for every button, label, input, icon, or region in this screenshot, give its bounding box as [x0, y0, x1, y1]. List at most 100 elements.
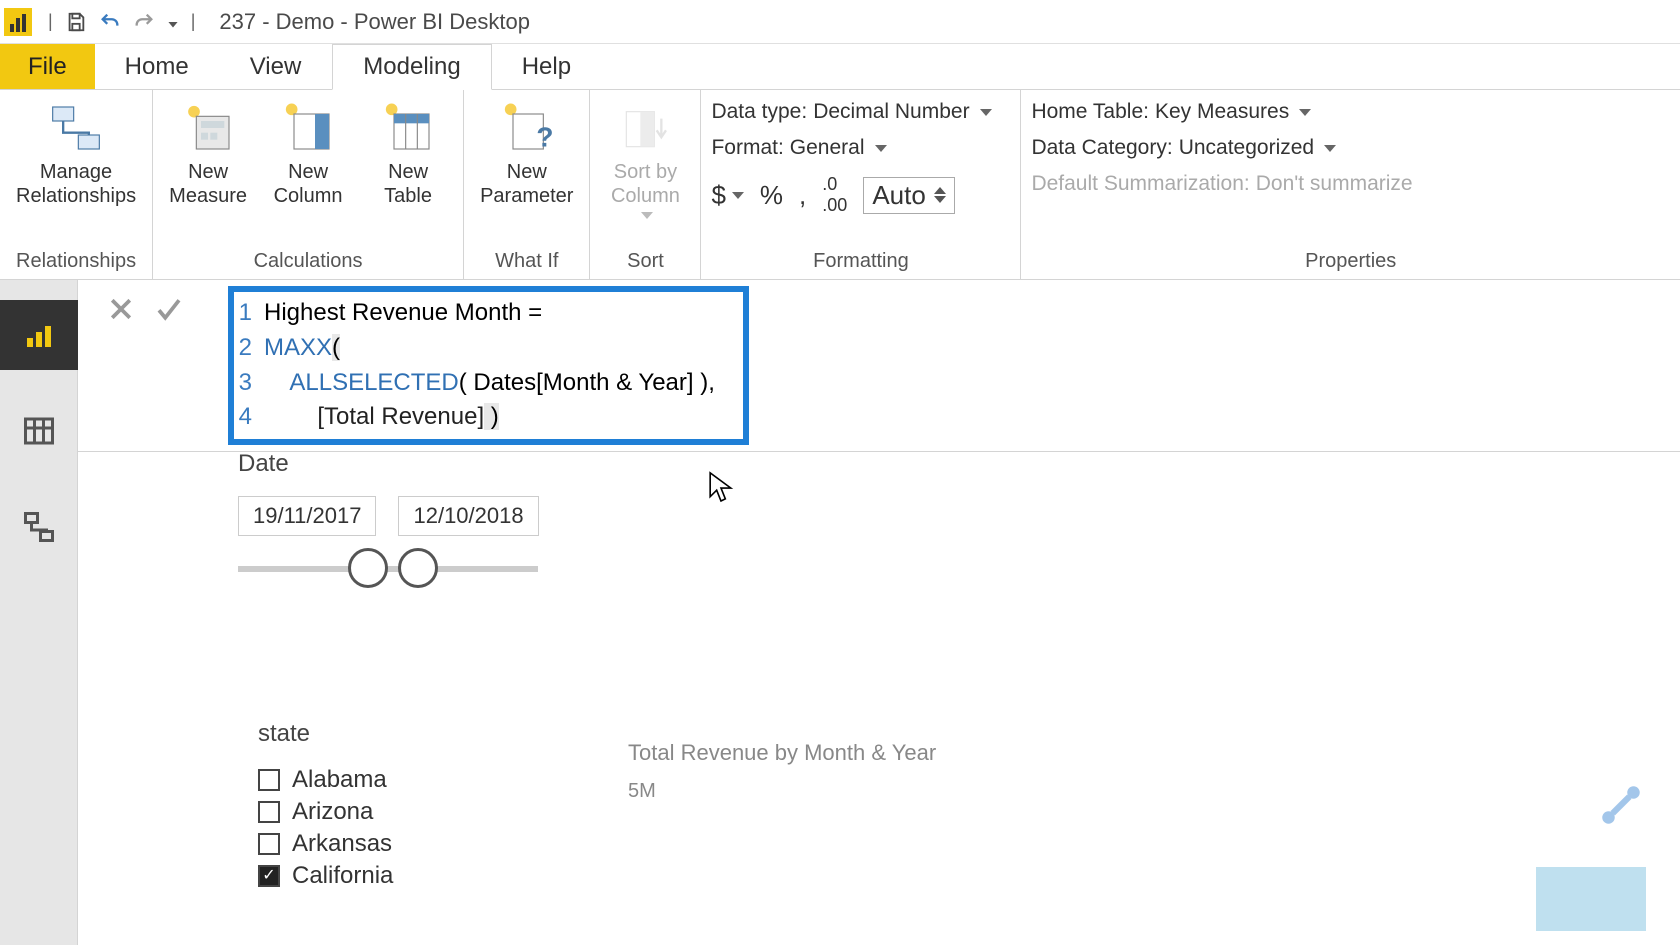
state-item[interactable]: Arizona: [258, 798, 393, 826]
code-ref: [Total Revenue]: [317, 403, 484, 430]
decimal-places-input[interactable]: Auto: [863, 177, 955, 214]
formula-cancel-button[interactable]: [106, 294, 136, 329]
undo-icon[interactable]: [93, 5, 127, 39]
state-item[interactable]: California: [258, 862, 393, 890]
code-indent: [264, 403, 317, 430]
data-category-label: Data Category:: [1031, 136, 1172, 160]
date-slicer-title: Date: [238, 450, 539, 478]
format-value: General: [790, 136, 865, 160]
line-number: 4: [234, 400, 264, 435]
slider-handle-end[interactable]: [398, 548, 438, 588]
group-label-calculations: Calculations: [163, 246, 453, 277]
state-slicer-title: state: [258, 720, 393, 748]
date-end-input[interactable]: 12/10/2018: [398, 496, 538, 536]
currency-button[interactable]: $: [711, 180, 743, 211]
new-parameter-button[interactable]: ? New Parameter: [474, 96, 579, 212]
menu-help[interactable]: Help: [492, 44, 602, 89]
ribbon-group-sort: Sort by Column Sort: [590, 90, 701, 279]
view-nav-rail: [0, 280, 78, 945]
state-slicer[interactable]: state Alabama Arizona Arkansas California: [258, 720, 393, 894]
date-range-slider[interactable]: [238, 566, 538, 572]
line-number: 2: [234, 331, 264, 366]
home-table-value: Key Measures: [1155, 100, 1289, 124]
format-dropdown[interactable]: Format: General: [711, 136, 886, 160]
state-item-label: Arkansas: [292, 830, 392, 858]
line-number: 1: [234, 296, 264, 331]
menu-bar: File Home View Modeling Help: [0, 44, 1680, 90]
state-item[interactable]: Arkansas: [258, 830, 393, 858]
new-table-label: New Table: [384, 160, 432, 208]
chart-selected-bar: [1536, 867, 1646, 931]
report-canvas: 1 Highest Revenue Month = 2 MAXX( 3 ALLS…: [78, 280, 1680, 945]
report-view-button[interactable]: [0, 300, 78, 370]
manage-relationships-button[interactable]: Manage Relationships: [10, 96, 142, 212]
data-type-value: Decimal Number: [813, 100, 969, 124]
chevron-down-icon: [641, 212, 653, 219]
new-table-icon: [380, 100, 436, 156]
state-item[interactable]: Alabama: [258, 766, 393, 794]
date-slicer[interactable]: Date 19/11/2017 12/10/2018: [238, 450, 539, 572]
home-table-label: Home Table:: [1031, 100, 1149, 124]
menu-home[interactable]: Home: [95, 44, 220, 89]
new-parameter-label: New Parameter: [480, 160, 573, 208]
data-view-button[interactable]: [0, 396, 78, 466]
data-category-dropdown[interactable]: Data Category: Uncategorized: [1031, 136, 1336, 160]
code-func: MAXX: [264, 334, 332, 361]
svg-text:?: ?: [536, 122, 553, 153]
watermark-icon: [1596, 780, 1646, 835]
qat-customize-icon[interactable]: [161, 5, 185, 39]
ribbon-group-properties: Home Table: Key Measures Data Category: …: [1021, 90, 1680, 279]
separator: |: [191, 11, 196, 32]
state-item-label: California: [292, 862, 393, 890]
format-label: Format:: [711, 136, 783, 160]
decimal-places-value: Auto: [872, 180, 926, 211]
menu-modeling[interactable]: Modeling: [332, 44, 491, 90]
slider-handle-start[interactable]: [348, 548, 388, 588]
new-table-button[interactable]: New Table: [363, 96, 453, 212]
manage-relationships-label: Manage Relationships: [16, 160, 136, 208]
chevron-down-icon: [1299, 109, 1311, 116]
checkbox[interactable]: [258, 769, 280, 791]
thousands-button[interactable]: ,: [799, 180, 806, 211]
new-parameter-icon: ?: [499, 100, 555, 156]
checkbox[interactable]: [258, 833, 280, 855]
code-bracket: (: [332, 334, 340, 361]
new-measure-label: New Measure: [169, 160, 247, 208]
code-text: ( Dates[Month & Year] ),: [459, 369, 715, 396]
model-view-button[interactable]: [0, 492, 78, 562]
home-table-dropdown[interactable]: Home Table: Key Measures: [1031, 100, 1311, 124]
data-category-value: Uncategorized: [1179, 136, 1314, 160]
save-icon[interactable]: [59, 5, 93, 39]
formula-commit-button[interactable]: [154, 294, 184, 329]
code-bracket: ): [484, 403, 499, 430]
sort-by-column-label: Sort by Column: [611, 160, 680, 208]
data-type-dropdown[interactable]: Data type: Decimal Number: [711, 100, 991, 124]
redo-icon[interactable]: [127, 5, 161, 39]
new-column-icon: [280, 100, 336, 156]
formula-bar: 1 Highest Revenue Month = 2 MAXX( 3 ALLS…: [78, 280, 1680, 452]
checkbox[interactable]: [258, 865, 280, 887]
decimal-button[interactable]: .0.00: [822, 174, 847, 216]
spinner-icon[interactable]: [934, 187, 946, 203]
data-type-label: Data type:: [711, 100, 807, 124]
menu-view[interactable]: View: [220, 44, 333, 89]
window-title: 237 - Demo - Power BI Desktop: [219, 9, 530, 35]
title-bar: | | 237 - Demo - Power BI Desktop: [0, 0, 1680, 44]
new-column-button[interactable]: New Column: [263, 96, 353, 212]
sort-by-column-button[interactable]: Sort by Column: [600, 96, 690, 223]
default-summarization-dropdown[interactable]: Default Summarization: Don't summarize: [1031, 172, 1412, 196]
group-label-sort: Sort: [600, 246, 690, 277]
default-sum-label: Default Summarization:: [1031, 172, 1249, 196]
new-measure-button[interactable]: New Measure: [163, 96, 253, 212]
code-indent: [264, 369, 289, 396]
chart-title: Total Revenue by Month & Year: [628, 740, 936, 766]
revenue-chart[interactable]: Total Revenue by Month & Year 5M: [628, 740, 936, 803]
checkbox[interactable]: [258, 801, 280, 823]
date-start-input[interactable]: 19/11/2017: [238, 496, 376, 536]
percent-button[interactable]: %: [760, 180, 783, 211]
chevron-down-icon: [732, 192, 744, 199]
formula-editor[interactable]: 1 Highest Revenue Month = 2 MAXX( 3 ALLS…: [228, 286, 749, 445]
menu-file[interactable]: File: [0, 44, 95, 89]
group-label-relationships: Relationships: [10, 246, 142, 277]
code-func: ALLSELECTED: [289, 369, 458, 396]
